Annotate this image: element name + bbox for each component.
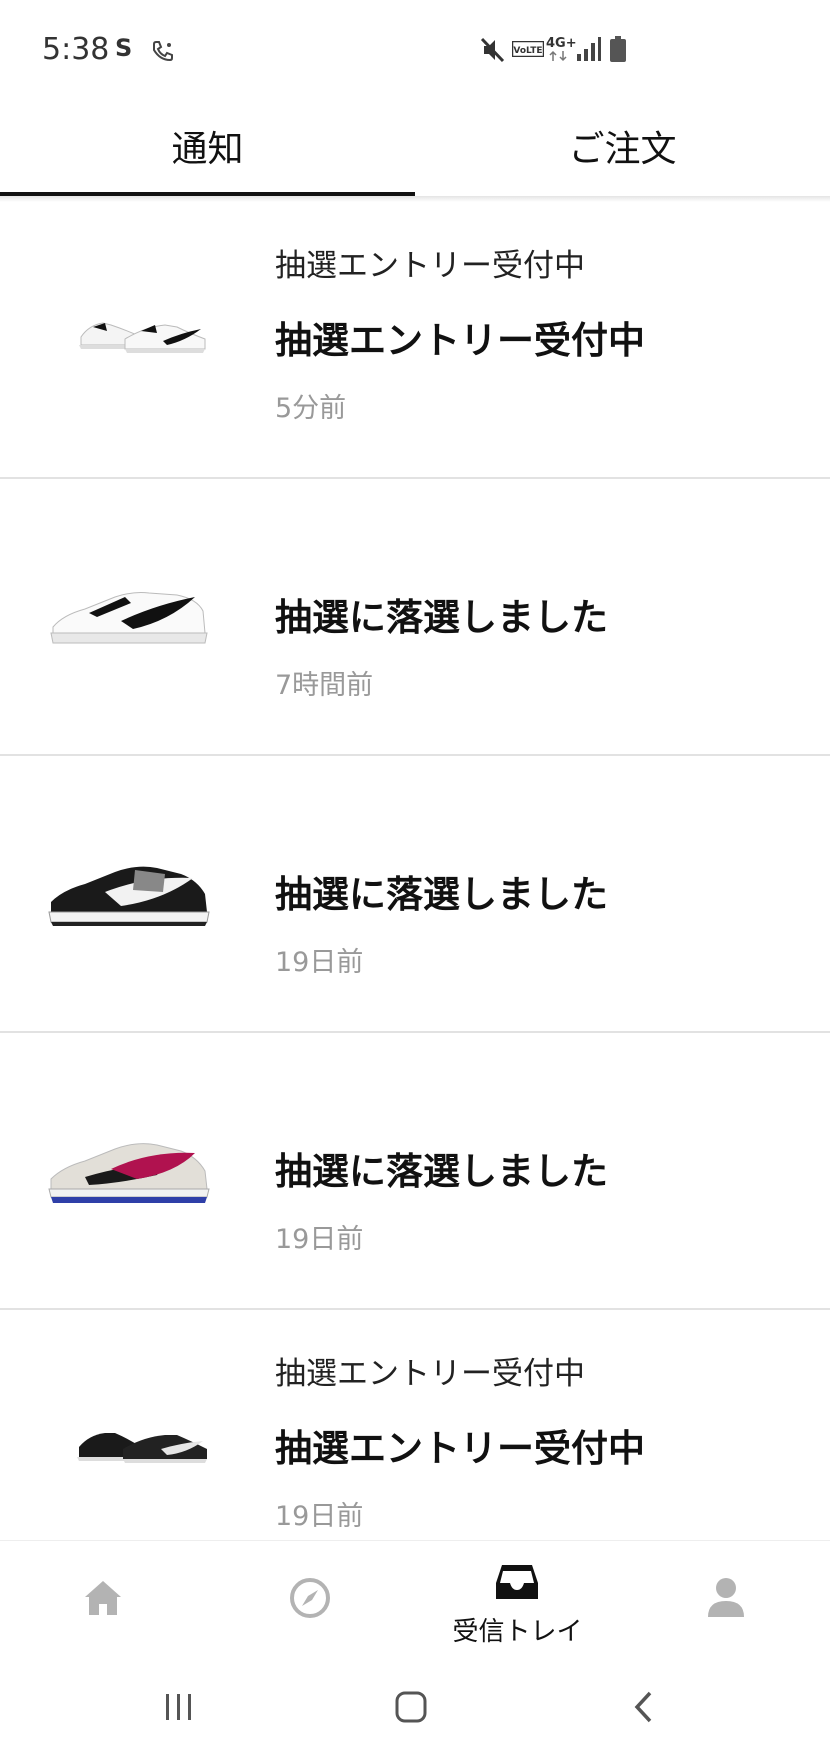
wifi-call-icon xyxy=(153,41,173,62)
sneaker-thumbnail xyxy=(48,866,210,926)
volte-icon: VoLTE xyxy=(512,41,544,57)
notification-title: 抽選に落選しました xyxy=(275,596,608,639)
notification-time: 7時間前 xyxy=(275,670,374,701)
inbox-icon xyxy=(496,1565,538,1599)
tab-notifications[interactable]: 通知 xyxy=(0,96,415,196)
tab-orders[interactable]: ご注文 xyxy=(415,96,830,196)
nav-discover[interactable] xyxy=(207,1541,414,1666)
status-time: 5:38 xyxy=(42,32,110,67)
svg-text:VoLTE: VoLTE xyxy=(513,46,542,56)
sneaker-thumbnail xyxy=(48,1143,210,1203)
notification-subtitle: 抽選エントリー受付中 xyxy=(275,1356,585,1392)
nav-profile[interactable] xyxy=(621,1541,828,1666)
signal-icon xyxy=(577,37,601,61)
sneaker-thumbnail xyxy=(50,592,208,644)
home-button-icon[interactable] xyxy=(394,1690,428,1724)
sneaker-pair-thumbnail xyxy=(79,322,206,353)
notification-title: 抽選に落選しました xyxy=(275,873,608,916)
compass-icon xyxy=(290,1578,330,1618)
nav-inbox[interactable]: 受信トレイ xyxy=(414,1541,621,1666)
notification-item[interactable]: 抽選エントリー受付中 抽選エントリー受付中 5分前 xyxy=(0,200,830,479)
notification-title: 抽選エントリー受付中 xyxy=(275,319,645,362)
notification-title: 抽選に落選しました xyxy=(275,1150,608,1193)
sneaker-pair-thumbnail xyxy=(77,1433,207,1463)
tab-notifications-label: 通知 xyxy=(171,129,244,170)
profile-icon xyxy=(708,1578,744,1617)
status-bar: 5:38 S VoLTE 4G+ xyxy=(0,0,830,96)
recent-apps-icon[interactable] xyxy=(163,1691,195,1723)
tab-orders-label: ご注文 xyxy=(568,129,677,170)
notification-item[interactable]: 抽選に落選しました 19日前 xyxy=(0,1031,830,1310)
notification-item[interactable]: 抽選に落選しました 19日前 xyxy=(0,754,830,1033)
bottom-navigation: 受信トレイ xyxy=(0,1540,830,1666)
notification-time: 5分前 xyxy=(275,393,347,424)
notification-time: 19日前 xyxy=(275,1224,364,1255)
back-icon[interactable] xyxy=(632,1689,656,1725)
notification-subtitle: 抽選エントリー受付中 xyxy=(275,248,585,284)
notification-time: 19日前 xyxy=(275,1501,364,1532)
notification-time: 19日前 xyxy=(275,947,364,978)
notification-title: 抽選エントリー受付中 xyxy=(275,1427,645,1470)
mute-icon xyxy=(480,37,505,63)
4g-icon: 4G+ xyxy=(546,36,577,51)
battery-icon xyxy=(610,36,626,62)
nav-home[interactable] xyxy=(0,1541,207,1666)
notification-item[interactable]: 抽選に落選しました 7時間前 xyxy=(0,477,830,756)
nav-inbox-label: 受信トレイ xyxy=(452,1617,583,1647)
tab-bar: 通知 ご注文 xyxy=(0,96,830,196)
s-icon: S xyxy=(115,34,133,62)
home-icon xyxy=(85,1581,121,1615)
system-navigation-bar xyxy=(0,1665,830,1752)
data-arrows-icon xyxy=(549,50,567,62)
